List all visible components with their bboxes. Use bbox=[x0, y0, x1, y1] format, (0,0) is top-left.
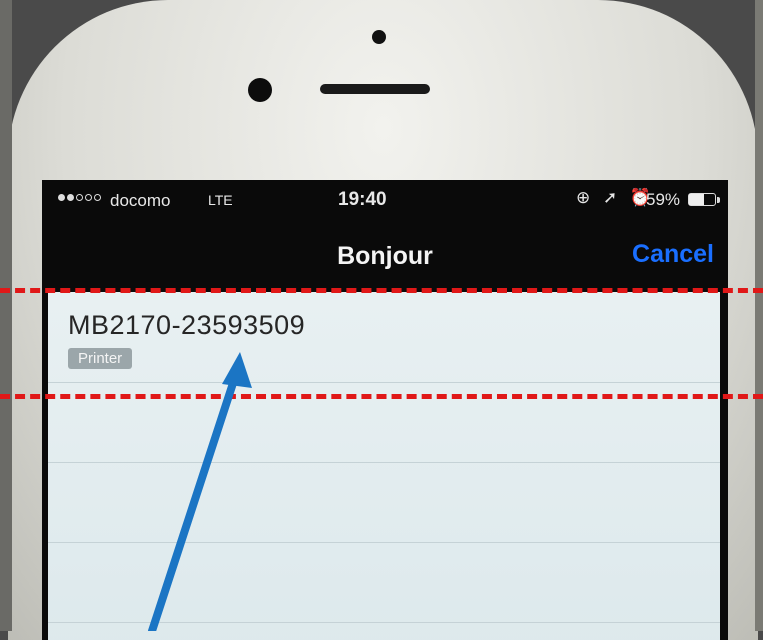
annotation-arrow-icon bbox=[148, 352, 252, 631]
